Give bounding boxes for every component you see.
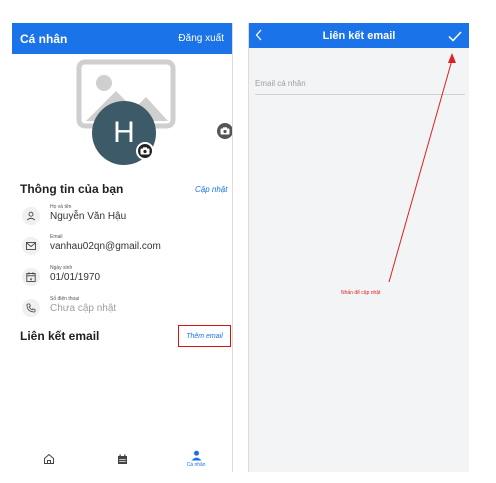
link-email-header: Liên kết email (249, 23, 469, 48)
info-value: 01/01/1970 (50, 272, 101, 283)
home-icon (43, 453, 54, 464)
chevron-left-icon (255, 29, 262, 41)
info-value: vanhau02qn@gmail.com (50, 241, 161, 252)
link-email-screen: Liên kết email (248, 23, 469, 472)
email-input[interactable] (255, 73, 465, 95)
confirm-button[interactable] (448, 29, 462, 47)
person-icon (22, 207, 40, 225)
email-link-section-title: Liên kết email (20, 329, 100, 343)
calendar-icon: ★ (22, 268, 40, 286)
user-icon (191, 450, 202, 461)
nav-home[interactable] (29, 446, 69, 472)
avatar-initial: H (113, 116, 135, 149)
info-row-birthday[interactable]: ★ Ngày sinh 01/01/1970 (20, 265, 220, 293)
info-label: Ngày sinh (50, 265, 73, 271)
info-value: Chưa cập nhật (50, 303, 117, 314)
annotation-label: Nhấn để cập nhật (341, 290, 381, 296)
info-label: Họ và tên (50, 204, 72, 210)
cover-camera-icon[interactable] (217, 123, 232, 139)
link-email-title: Liên kết email (322, 29, 396, 42)
bottom-nav: Cá nhân (12, 446, 232, 472)
nav-profile[interactable]: Cá nhân (176, 446, 216, 472)
phone-icon (22, 299, 40, 317)
info-row-phone[interactable]: Số điện thoại Chưa cập nhật (20, 296, 220, 324)
back-button[interactable] (255, 28, 263, 46)
info-label: Email (50, 234, 63, 240)
profile-header: Cá nhân Đăng xuất (12, 23, 232, 54)
avatar-camera-icon[interactable] (136, 142, 154, 160)
nav-calendar[interactable] (102, 446, 142, 472)
nav-profile-label: Cá nhân (186, 462, 206, 468)
update-info-link[interactable]: Cập nhật (195, 185, 227, 194)
check-icon (448, 31, 462, 42)
info-row-email[interactable]: Email vanhau02qn@gmail.com (20, 234, 220, 262)
logout-button[interactable]: Đăng xuất (178, 33, 224, 44)
info-section-title: Thông tin của bạn (20, 182, 124, 196)
info-label: Số điện thoại (50, 296, 80, 302)
add-email-button[interactable]: Thêm email (178, 325, 231, 347)
profile-title: Cá nhân (20, 31, 68, 46)
info-value: Nguyễn Văn Hậu (50, 211, 127, 222)
info-row-name[interactable]: Họ và tên Nguyễn Văn Hậu (20, 204, 220, 232)
calendar-icon (117, 454, 127, 464)
svg-text:★: ★ (29, 276, 33, 281)
profile-screen: Cá nhân Đăng xuất H Thông tin của bạn Cậ… (12, 23, 233, 472)
add-email-label: Thêm email (186, 332, 223, 340)
mail-icon (22, 237, 40, 255)
